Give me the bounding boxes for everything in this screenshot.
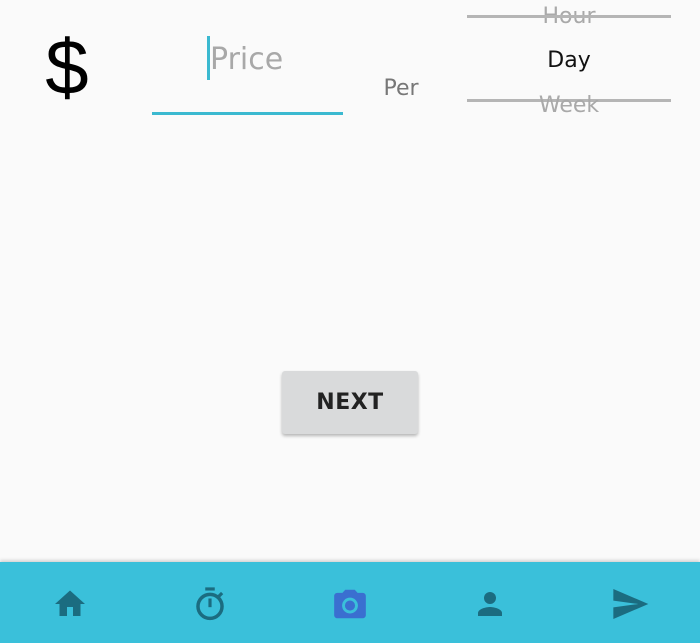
camera-icon (334, 589, 366, 619)
picker-option-week[interactable]: Week (467, 91, 671, 121)
nav-home[interactable] (50, 584, 90, 624)
nav-camera[interactable] (330, 584, 370, 624)
period-picker[interactable]: Hour Day Week (467, 0, 671, 125)
nav-timer[interactable] (190, 584, 230, 624)
next-button[interactable]: NEXT (282, 371, 418, 434)
price-field[interactable] (152, 30, 343, 116)
home-icon (55, 590, 85, 616)
bottom-navigation (0, 562, 700, 643)
price-underline (152, 112, 343, 115)
nav-send[interactable] (610, 584, 650, 624)
dollar-sign: $ (45, 23, 89, 111)
timer-icon (196, 587, 224, 621)
send-icon (613, 589, 649, 619)
nav-profile[interactable] (470, 584, 510, 624)
price-input[interactable] (210, 36, 338, 82)
per-label: Per (383, 76, 419, 101)
price-screen: $ Per Hour Day Week NEXT (0, 0, 700, 643)
person-icon (478, 592, 502, 616)
picker-divider-top (467, 15, 671, 18)
picker-option-day[interactable]: Day (467, 46, 671, 76)
